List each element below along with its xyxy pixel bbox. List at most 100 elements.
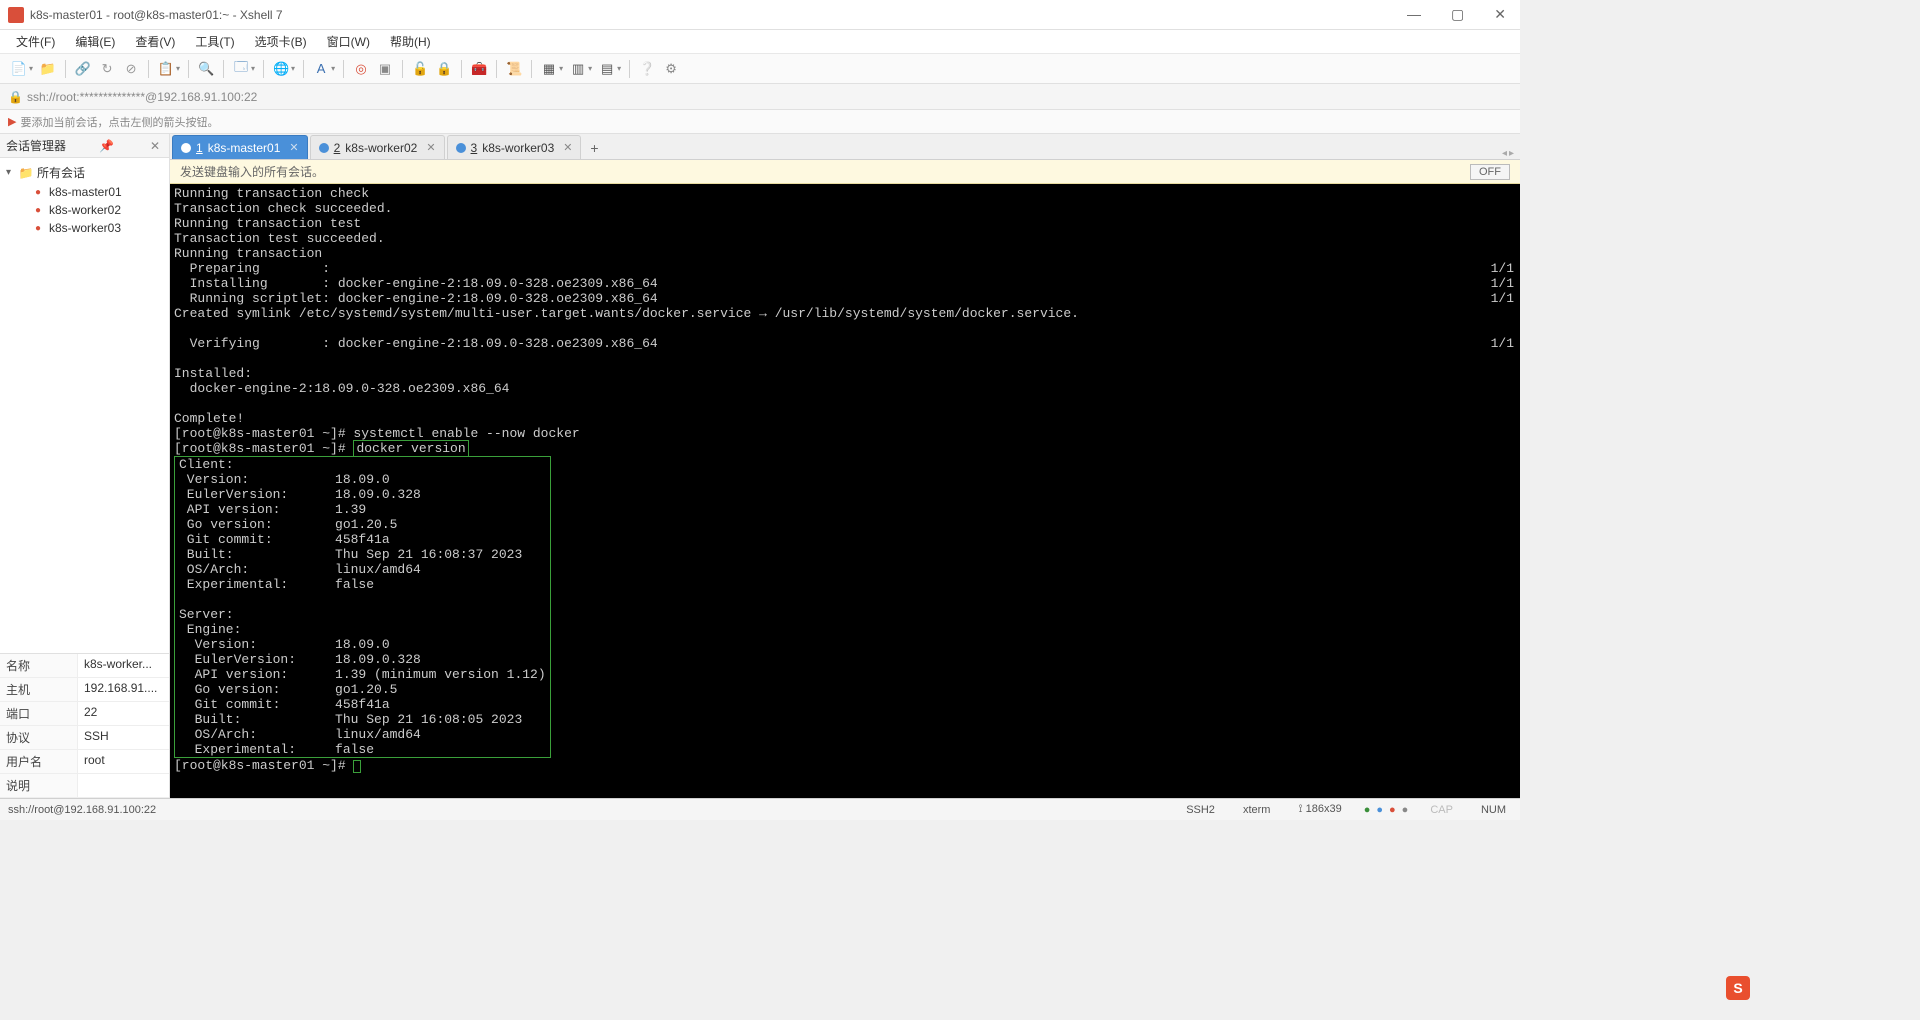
tab-label: k8s-worker03	[482, 141, 554, 155]
tree-host-label: k8s-worker02	[49, 203, 121, 217]
globe-icon[interactable]: 🌐	[270, 58, 292, 80]
prop-row-host: 主机192.168.91....	[0, 678, 169, 702]
tab-close-icon[interactable]: ✕	[289, 141, 298, 154]
status-caps: CAP	[1424, 804, 1459, 816]
menu-help[interactable]: 帮助(H)	[382, 30, 439, 53]
properties-icon[interactable]: 🗔	[230, 58, 252, 80]
tree-root-label: 所有会话	[37, 164, 85, 181]
menu-tools[interactable]: 工具(T)	[187, 30, 242, 53]
sidebar-header: 会话管理器 📌 ✕	[0, 134, 169, 158]
tree-collapse-icon[interactable]: ▾	[6, 167, 18, 178]
tab-worker02[interactable]: 2 k8s-worker02 ✕	[310, 135, 445, 159]
status-ssh: SSH2	[1180, 804, 1221, 816]
tabs-nav: ◂ ▸	[1502, 148, 1520, 159]
minimize-button[interactable]: —	[1401, 6, 1427, 23]
tree-host-master01[interactable]: ● k8s-master01	[0, 183, 169, 201]
hint-text: 要添加当前会话，点击左侧的箭头按钮。	[20, 114, 218, 130]
lock-small-icon: 🔒	[8, 90, 23, 104]
menu-file[interactable]: 文件(F)	[8, 30, 63, 53]
tab-master01[interactable]: 1 k8s-master01 ✕	[172, 135, 308, 159]
link-icon[interactable]: 🔗	[72, 58, 94, 80]
flag-icon: ▶	[8, 115, 16, 128]
font-icon[interactable]: A	[310, 58, 332, 80]
status-size: ⟟ 186x39	[1292, 803, 1347, 816]
tab-status-icon	[181, 143, 191, 153]
tree-host-label: k8s-master01	[49, 185, 122, 199]
ime-badge[interactable]: S	[1726, 976, 1750, 1000]
status-connection: ssh://root@192.168.91.100:22	[8, 804, 1164, 816]
tree-host-worker02[interactable]: ● k8s-worker02	[0, 201, 169, 219]
menu-window[interactable]: 窗口(W)	[319, 30, 378, 53]
window-controls: — ▢ ✕	[1401, 6, 1512, 23]
statusbar: ssh://root@192.168.91.100:22 SSH2 xterm …	[0, 798, 1520, 820]
app-icon	[8, 7, 24, 23]
maximize-button[interactable]: ▢	[1445, 6, 1470, 23]
session-manager-sidebar: 会话管理器 📌 ✕ ▾ 📁 所有会话 ● k8s-master01 ● k8s-…	[0, 134, 170, 798]
status-dot3: ●	[1389, 804, 1396, 816]
menubar: 文件(F) 编辑(E) 查看(V) 工具(T) 选项卡(B) 窗口(W) 帮助(…	[0, 30, 1520, 54]
open-icon[interactable]: 📁	[37, 58, 59, 80]
gear-icon[interactable]: ⚙	[660, 58, 682, 80]
layout3-icon[interactable]: ▤	[596, 58, 618, 80]
tab-label: k8s-worker02	[345, 141, 417, 155]
disconnect-icon[interactable]: ⊘	[120, 58, 142, 80]
copy-icon[interactable]: 📋	[155, 58, 177, 80]
tab-close-icon[interactable]: ✕	[563, 141, 572, 154]
lock-icon[interactable]: 🔒	[433, 58, 455, 80]
layout2-icon[interactable]: ▥	[567, 58, 589, 80]
layout1-icon[interactable]: ▦	[538, 58, 560, 80]
content-area: 1 k8s-master01 ✕ 2 k8s-worker02 ✕ 3 k8s-…	[170, 134, 1520, 798]
hint-bar: ▶ 要添加当前会话，点击左侧的箭头按钮。	[0, 110, 1520, 134]
tree-host-worker03[interactable]: ● k8s-worker03	[0, 219, 169, 237]
prop-row-protocol: 协议SSH	[0, 726, 169, 750]
tab-prev-icon[interactable]: ◂	[1502, 148, 1507, 159]
status-dot1: ●	[1364, 804, 1371, 816]
script-icon[interactable]: 📜	[503, 58, 525, 80]
tab-worker03[interactable]: 3 k8s-worker03 ✕	[447, 135, 582, 159]
window-titlebar: k8s-master01 - root@k8s-master01:~ - Xsh…	[0, 0, 1520, 30]
lock-open-icon[interactable]: 🔓	[409, 58, 431, 80]
reconnect-icon[interactable]: ↻	[96, 58, 118, 80]
close-button[interactable]: ✕	[1488, 6, 1512, 23]
tab-next-icon[interactable]: ▸	[1509, 148, 1514, 159]
tab-status-icon	[319, 143, 329, 153]
help-icon[interactable]: ❔	[636, 58, 658, 80]
terminal-output[interactable]: Running transaction check Transaction ch…	[170, 184, 1520, 798]
status-term: xterm	[1237, 804, 1277, 816]
session-properties: 名称k8s-worker... 主机192.168.91.... 端口22 协议…	[0, 653, 169, 798]
menu-view[interactable]: 查看(V)	[127, 30, 183, 53]
toolbox-icon[interactable]: 🧰	[468, 58, 490, 80]
folder-icon: 📁	[18, 166, 34, 180]
main-area: 会话管理器 📌 ✕ ▾ 📁 所有会话 ● k8s-master01 ● k8s-…	[0, 134, 1520, 798]
tree-host-label: k8s-worker03	[49, 221, 121, 235]
address-text: ssh://root:**************@192.168.91.100…	[27, 90, 257, 104]
status-num: NUM	[1475, 804, 1512, 816]
tab-add-button[interactable]: +	[583, 137, 605, 159]
session-tabs: 1 k8s-master01 ✕ 2 k8s-worker02 ✕ 3 k8s-…	[170, 134, 1520, 160]
host-icon: ●	[30, 203, 46, 217]
menu-tabs[interactable]: 选项卡(B)	[247, 30, 315, 53]
prop-row-name: 名称k8s-worker...	[0, 654, 169, 678]
pin-icon[interactable]: 📌	[96, 139, 117, 153]
menu-edit[interactable]: 编辑(E)	[67, 30, 123, 53]
session-tree: ▾ 📁 所有会话 ● k8s-master01 ● k8s-worker02 ●…	[0, 158, 169, 653]
tab-status-icon	[456, 143, 466, 153]
broadcast-off-button[interactable]: OFF	[1470, 164, 1510, 180]
sidebar-title: 会话管理器	[6, 137, 66, 154]
sidebar-close-icon[interactable]: ✕	[147, 139, 163, 153]
target-icon[interactable]: ◎	[350, 58, 372, 80]
prop-row-desc: 说明	[0, 774, 169, 798]
toolbar: 📄▾ 📁 🔗 ↻ ⊘ 📋▾ 🔍 🗔▾ 🌐▾ A▾ ◎ ▣ 🔓 🔒 🧰 📜 ▦▾ …	[0, 54, 1520, 84]
prop-row-user: 用户名root	[0, 750, 169, 774]
host-icon: ●	[30, 221, 46, 235]
terminal-icon[interactable]: ▣	[374, 58, 396, 80]
tab-close-icon[interactable]: ✕	[426, 141, 435, 154]
new-session-icon[interactable]: 📄	[8, 58, 30, 80]
window-title: k8s-master01 - root@k8s-master01:~ - Xsh…	[30, 8, 1401, 22]
search-icon[interactable]: 🔍	[195, 58, 217, 80]
tree-root[interactable]: ▾ 📁 所有会话	[0, 162, 169, 183]
address-bar[interactable]: 🔒 ssh://root:**************@192.168.91.1…	[0, 84, 1520, 110]
broadcast-text: 发送键盘输入的所有会话。	[180, 163, 324, 180]
tab-label: k8s-master01	[208, 141, 281, 155]
status-indicators: ● ● ● ●	[1364, 804, 1409, 816]
